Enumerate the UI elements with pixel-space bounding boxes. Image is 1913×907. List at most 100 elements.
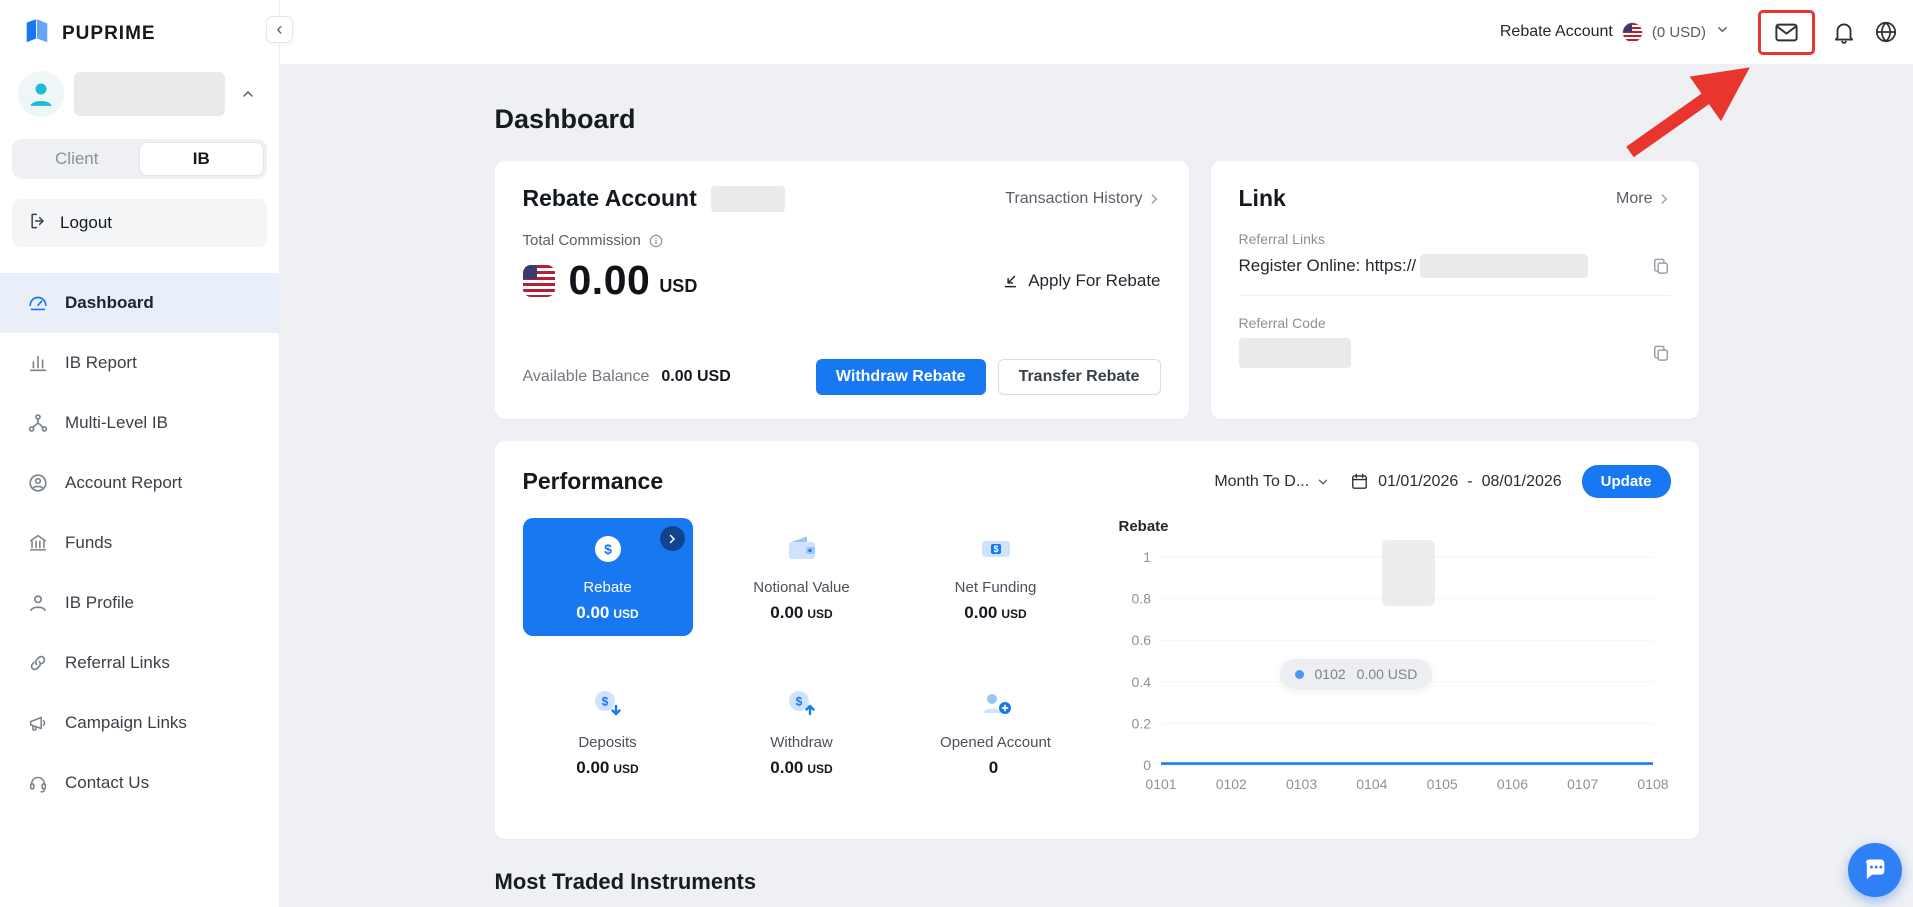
svg-text:0106: 0106 — [1496, 776, 1527, 792]
mail-icon[interactable] — [1758, 9, 1815, 55]
copy-icon — [1653, 345, 1668, 361]
chart-title: Rebate — [1118, 518, 1169, 535]
bank-icon — [26, 531, 50, 555]
apply-for-rebate-link[interactable]: Apply For Rebate — [1001, 271, 1161, 291]
live-chat-button[interactable] — [1848, 843, 1902, 897]
withdraw-rebate-button[interactable]: Withdraw Rebate — [815, 359, 986, 395]
svg-text:0.8: 0.8 — [1131, 591, 1151, 607]
svg-text:0107: 0107 — [1567, 776, 1598, 792]
sidebar-item-contact-us[interactable]: Contact Us — [0, 753, 279, 813]
tile-value: 0.00 — [576, 758, 610, 777]
svg-text:$: $ — [601, 695, 608, 709]
page-title: Dashboard — [494, 104, 636, 134]
logout-icon — [28, 211, 48, 236]
copy-referral-link-button[interactable] — [1651, 256, 1671, 276]
user-summary[interactable] — [18, 71, 261, 117]
date-range-picker[interactable]: 01/01/2026 - 08/01/2026 — [1350, 472, 1562, 491]
tile-value: 0.00 — [964, 603, 998, 622]
chevron-down-icon — [1319, 479, 1328, 485]
tile-opened-account[interactable]: Opened Account 0 — [911, 673, 1081, 791]
account-balance: (0 USD) — [1651, 23, 1706, 41]
topbar-icons — [1758, 9, 1899, 55]
svg-text:$: $ — [993, 544, 998, 554]
toggle-ib[interactable]: IB — [138, 142, 264, 176]
sidebar-item-label: Contact Us — [65, 773, 150, 792]
headset-icon — [26, 771, 50, 795]
chevron-up-icon[interactable] — [235, 81, 261, 107]
globe-icon[interactable] — [1873, 19, 1899, 45]
svg-text:0.2: 0.2 — [1131, 715, 1151, 731]
link-card-title: Link — [1238, 185, 1286, 211]
period-dropdown-value: Month To D... — [1214, 472, 1310, 490]
tile-unit: USD — [1001, 607, 1027, 621]
sidebar-item-funds[interactable]: Funds — [0, 513, 279, 573]
add-account-icon — [978, 686, 1014, 727]
sidebar-item-label: Funds — [65, 533, 113, 552]
referral-code-label: Referral Code — [1238, 315, 1326, 331]
puprime-dashboard-app: PUPRIME Client IB Logout Dashboard IB Re… — [0, 0, 1913, 907]
svg-text:0.6: 0.6 — [1131, 632, 1151, 648]
copy-referral-code-button[interactable] — [1651, 343, 1671, 363]
us-flag-icon — [1621, 21, 1643, 43]
register-online-link[interactable]: Register Online: https:// — [1239, 256, 1417, 276]
performance-card: Performance Month To D... 01/01/2026 - 0… — [494, 441, 1699, 839]
transaction-history-link[interactable]: Transaction History — [1005, 190, 1160, 208]
brand-logo: PUPRIME — [0, 0, 279, 61]
person-circle-icon — [26, 471, 50, 495]
logout-button[interactable]: Logout — [12, 199, 267, 247]
transaction-history-label: Transaction History — [1005, 189, 1143, 207]
account-selector-label: Rebate Account — [1499, 23, 1613, 40]
most-traded-title: Most Traded Instruments — [494, 869, 757, 894]
tile-withdraw[interactable]: $ Withdraw 0.00 USD — [717, 673, 887, 791]
toggle-client[interactable]: Client — [15, 142, 139, 176]
tile-rebate[interactable]: $ Rebate 0.00 USD — [522, 518, 693, 636]
available-balance-label: Available Balance — [522, 368, 650, 385]
rebate-chart-area: Rebate 0 0.2 0.4 0.6 0.8 1 0101 0102 0103 0104 010… — [1081, 518, 1671, 810]
sidebar-item-referral-links[interactable]: Referral Links — [0, 633, 279, 693]
wallet-icon — [784, 531, 820, 572]
sidebar-item-label: IB Report — [65, 353, 137, 372]
total-commission-amount: 0.00 — [568, 257, 651, 303]
tile-value: 0.00 — [770, 758, 804, 777]
sidebar-collapse-button[interactable]: ‹ — [266, 16, 293, 43]
svg-text:$: $ — [604, 541, 612, 557]
sidebar-item-dashboard[interactable]: Dashboard — [0, 273, 279, 333]
topbar: Rebate Account (0 USD) — [280, 0, 1913, 64]
more-link[interactable]: More — [1616, 190, 1670, 208]
logout-label: Logout — [60, 213, 112, 232]
transfer-rebate-button[interactable]: Transfer Rebate — [997, 359, 1161, 395]
sidebar-item-multi-level-ib[interactable]: Multi-Level IB — [0, 393, 279, 453]
tile-label: Withdraw — [770, 734, 833, 751]
brand-name: PUPRIME — [62, 22, 156, 44]
chevron-right-icon — [1151, 193, 1157, 204]
tile-value: 0 — [988, 758, 999, 777]
sidebar-item-account-report[interactable]: Account Report — [0, 453, 279, 513]
info-icon[interactable] — [648, 233, 664, 249]
sidebar: PUPRIME Client IB Logout Dashboard IB Re… — [0, 0, 280, 907]
tile-arrow-button[interactable] — [659, 526, 685, 551]
tile-label: Notional Value — [753, 579, 850, 596]
account-selector[interactable]: Rebate Account (0 USD) — [1499, 21, 1730, 43]
available-balance-value: 0.00 USD — [661, 368, 731, 385]
collapse-left-icon: ‹ — [276, 19, 283, 39]
link-card: Link More Referral Links Register Online… — [1210, 161, 1699, 419]
tile-unit: USD — [613, 607, 639, 621]
svg-text:0.4: 0.4 — [1131, 674, 1151, 690]
megaphone-icon — [26, 711, 50, 735]
more-label: More — [1616, 189, 1653, 207]
sidebar-item-campaign-links[interactable]: Campaign Links — [0, 693, 279, 753]
date-to: 08/01/2026 — [1481, 472, 1562, 490]
tile-deposits[interactable]: $ Deposits 0.00 USD — [523, 673, 693, 791]
bell-icon[interactable] — [1831, 19, 1857, 45]
referral-links-label: Referral Links — [1238, 231, 1325, 247]
svg-text:0101: 0101 — [1145, 776, 1176, 792]
tile-net-funding[interactable]: $ Net Funding 0.00 USD — [911, 518, 1081, 636]
tile-notional-value[interactable]: Notional Value 0.00 USD — [717, 518, 887, 636]
update-button[interactable]: Update — [1581, 465, 1671, 498]
period-dropdown[interactable]: Month To D... — [1214, 473, 1330, 491]
sidebar-item-ib-report[interactable]: IB Report — [0, 333, 279, 393]
tile-label: Opened Account — [940, 734, 1051, 751]
withdraw-icon: $ — [784, 686, 820, 727]
sidebar-item-ib-profile[interactable]: IB Profile — [0, 573, 279, 633]
series-dot-icon — [1294, 669, 1304, 679]
